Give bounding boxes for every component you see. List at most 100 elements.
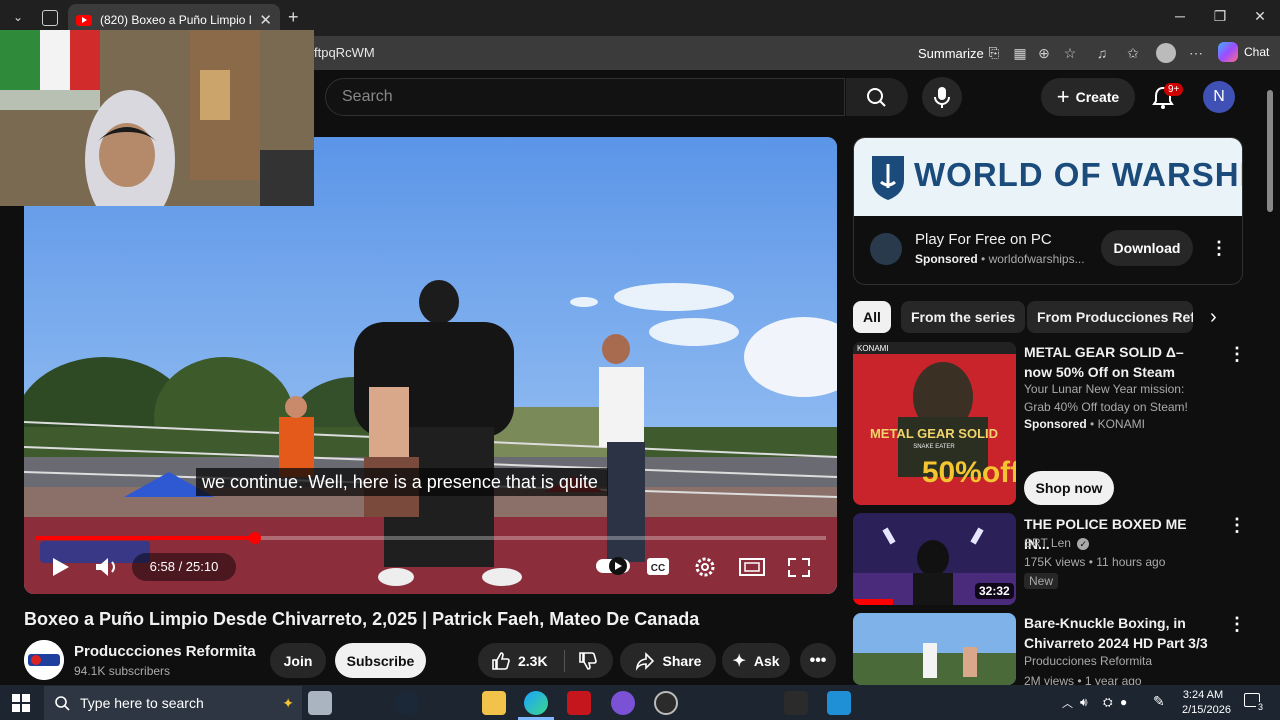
thumb-konami-logo: KONAMI (857, 344, 889, 353)
svg-text:CC: CC (651, 563, 665, 574)
window-close-icon[interactable]: ✕ (1250, 8, 1270, 25)
taskbar-clock[interactable]: 3:24 AM 2/15/2026 (1182, 688, 1231, 718)
chip-from-the-series[interactable]: From the series (901, 301, 1026, 333)
maximize-icon[interactable]: ❐ (1210, 8, 1230, 25)
volume-icon (96, 558, 115, 576)
search-icon (867, 88, 886, 107)
clock-time: 3:24 AM (1182, 689, 1224, 701)
rec-advertiser: KONAMI (1097, 417, 1145, 431)
search-button[interactable] (846, 78, 908, 116)
windows-start-icon[interactable] (12, 694, 30, 712)
sponsored-ad-card[interactable]: WORLD OF WARSHIPS Play For Free on PC Sp… (853, 137, 1243, 285)
obs-icon[interactable] (654, 691, 678, 715)
rec-more-options-icon[interactable]: ⋮ (1228, 614, 1246, 634)
copilot-icon (1218, 42, 1238, 62)
workspaces-icon[interactable] (42, 10, 58, 26)
autoplay-toggle[interactable] (596, 555, 632, 577)
system-tray-chevron-icon[interactable]: ︿ (1062, 695, 1073, 711)
ad-download-button[interactable]: Download (1101, 230, 1193, 266)
clock-date: 2/15/2026 (1182, 704, 1231, 716)
search-highlight-icon: ✦ (282, 694, 294, 711)
rec-channel[interactable]: SRT Len (1024, 536, 1071, 550)
account-avatar[interactable]: N (1203, 81, 1235, 113)
chips-next-chevron-icon[interactable]: › (1210, 306, 1217, 329)
chip-all[interactable]: All (853, 301, 891, 333)
microphone-icon (934, 87, 950, 108)
ad-banner-image[interactable]: WORLD OF WARSHIPS (854, 138, 1242, 216)
minimize-icon[interactable]: ─ (1170, 8, 1190, 24)
rec-title[interactable]: Bare-Knuckle Boxing, in Chivarreto 2024 … (1024, 613, 1214, 653)
shop-now-button[interactable]: Shop now (1024, 471, 1114, 505)
rec-channel-line: SRT Len ✓ (1024, 534, 1224, 552)
ad-more-options-icon[interactable]: ⋮ (1210, 238, 1228, 258)
webcam-overlay (0, 30, 314, 206)
steam-icon[interactable] (395, 691, 419, 715)
file-explorer-icon[interactable] (482, 691, 506, 715)
pen-tray-icon[interactable]: ✎ (1153, 693, 1165, 710)
browser-profile-icon[interactable] (1156, 43, 1176, 63)
chip-from-producciones[interactable]: From Producciones Refor (1027, 301, 1193, 333)
task-view-icon[interactable] (308, 691, 332, 715)
rec-thumbnail-bare-knuckle[interactable] (853, 613, 1016, 685)
more-actions-button[interactable]: ••• (800, 643, 836, 678)
fullscreen-button[interactable] (784, 554, 814, 580)
join-button[interactable]: Join (270, 643, 326, 678)
channel-avatar[interactable] (24, 640, 64, 680)
acrobat-icon[interactable] (567, 691, 591, 715)
search-input[interactable]: Search (325, 78, 845, 116)
chat-app-icon[interactable] (611, 691, 635, 715)
rec-sponsored-line: Sponsored • KONAMI (1024, 415, 1224, 433)
like-button[interactable]: 2.3K (490, 651, 548, 671)
rec-more-options-icon[interactable]: ⋮ (1228, 344, 1246, 364)
tab-close-icon[interactable]: ✕ (259, 11, 272, 29)
advertiser-logo (870, 233, 902, 265)
ad-domain: worldofwarships... (988, 252, 1085, 266)
voice-search-button[interactable] (922, 77, 962, 117)
rec-ad-description: Your Lunar New Year mission: Grab 40% Of… (1024, 382, 1188, 414)
summarize-button[interactable]: Summarize ⎘ (918, 45, 999, 61)
rec-more-options-icon[interactable]: ⋮ (1228, 515, 1246, 535)
video-title: Boxeo a Puño Limpio Desde Chivarreto, 2,… (24, 609, 700, 629)
settings-button[interactable] (690, 554, 720, 580)
taskbar-search-box[interactable]: Type here to search ✦ (44, 686, 302, 720)
rec-meta: 175K views • 11 hours ago (1024, 555, 1166, 569)
create-label: Create (1075, 89, 1120, 105)
create-button[interactable]: + Create (1041, 78, 1135, 116)
ask-label: Ask (753, 652, 780, 669)
extensions-icon[interactable]: ♫ (1093, 44, 1111, 62)
thumbs-down-icon[interactable] (577, 651, 597, 671)
play-icon (53, 558, 69, 576)
duration-badge: 32:32 (975, 583, 1014, 599)
browser-menu-icon[interactable]: ⋯ (1187, 44, 1205, 62)
subscribe-button[interactable]: Subscribe (335, 643, 426, 678)
ask-button[interactable]: ✦ Ask (722, 643, 790, 678)
volume-button[interactable] (92, 554, 122, 580)
rec-channel[interactable]: Producciones Reformita (1024, 652, 1224, 670)
url-field[interactable]: ftpqRcWM (314, 45, 375, 60)
favorite-star-icon[interactable]: ☆ (1061, 44, 1079, 62)
facebook-gaming-icon[interactable] (827, 691, 851, 715)
scrollbar-thumb[interactable] (1267, 90, 1273, 212)
thumbs-up-icon (492, 651, 510, 670)
apps-icon[interactable]: ▦ (1011, 44, 1029, 62)
network-tray-icon[interactable]: ⛭ (1103, 695, 1113, 710)
share-button[interactable]: Share (620, 643, 716, 678)
progress-scrubber-handle[interactable] (249, 532, 261, 544)
theater-mode-button[interactable] (737, 554, 767, 580)
play-button[interactable] (45, 554, 75, 580)
youtube-favicon-icon (76, 14, 92, 26)
volume-tray-icon[interactable]: 🔊︎ (1080, 695, 1088, 710)
zoom-icon[interactable]: ⊕ (1035, 44, 1053, 62)
like-divider (563, 649, 565, 672)
microphone-tray-icon[interactable]: ● (1120, 695, 1127, 709)
rec-thumbnail-metal-gear[interactable]: KONAMI METAL GEAR SOLID SNAKE EATER 50%o… (853, 342, 1016, 505)
copilot-chat-button[interactable]: Chat (1218, 42, 1269, 62)
favorites-icon[interactable]: ✩ (1124, 44, 1142, 62)
edge-browser-icon[interactable] (524, 691, 548, 715)
rec-title[interactable]: METAL GEAR SOLID Δ– now 50% Off on Steam (1024, 342, 1214, 382)
tab-list-chevron-icon[interactable]: ⌄ (10, 10, 26, 26)
new-tab-plus-icon[interactable]: + (288, 7, 299, 28)
epic-games-icon[interactable] (784, 691, 808, 715)
captions-button[interactable]: CC (644, 554, 674, 580)
channel-name[interactable]: Produccciones Reformita (74, 643, 256, 660)
